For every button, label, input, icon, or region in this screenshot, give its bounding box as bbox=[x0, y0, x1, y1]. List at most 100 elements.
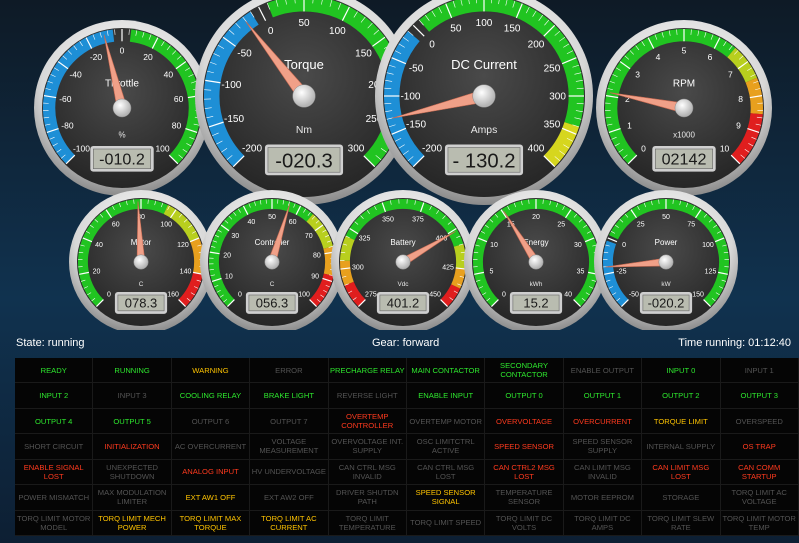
gauge-tick-label: 6 bbox=[708, 52, 713, 62]
dc-current-gauge: -200 -150 -100 -50 0 50 100 150 200 250 300 350 400 D… bbox=[375, 0, 593, 205]
status-cell: COOLING RELAY bbox=[171, 383, 251, 409]
gauge-tick-label: 0 bbox=[641, 144, 646, 154]
status-cell: OVERVOLTAGE INT. SUPPLY bbox=[328, 434, 407, 460]
status-cell: MAX MODULATION LIMITER bbox=[93, 485, 172, 511]
gauge-tick-label: 325 bbox=[359, 235, 371, 242]
gauge-tick-label: 7 bbox=[728, 69, 733, 79]
status-cell: POWER MISMATCH bbox=[15, 485, 94, 511]
status-cell: CAN CTRL MSG LOST bbox=[406, 459, 486, 486]
status-cell: OUTPUT 5 bbox=[93, 408, 172, 435]
status-cell: TORQ LIMIT AC CURRENT bbox=[250, 510, 329, 536]
gauge-tick-label: 8 bbox=[738, 94, 743, 104]
status-cell: WARNING bbox=[171, 358, 251, 384]
gauge-tick-label: -100 bbox=[221, 80, 241, 91]
gauge-tick-label: 140 bbox=[180, 268, 192, 275]
gauge-tick-label: -200 bbox=[242, 144, 262, 155]
gauge-tick-label: -150 bbox=[406, 120, 426, 131]
state-label: State: running bbox=[16, 337, 85, 349]
status-cell: OVERVOLTAGE bbox=[485, 408, 564, 435]
gauge-unit: x1000 bbox=[673, 131, 695, 140]
status-cell: SPEED SENSOR SUPPLY bbox=[563, 434, 643, 460]
status-cell: OUTPUT 7 bbox=[250, 408, 329, 435]
status-cell: VOLTAGE MEASUREMENT bbox=[250, 434, 329, 460]
gauge-tick-label: 0 bbox=[107, 292, 111, 299]
status-cell: OUTPUT 3 bbox=[720, 383, 799, 409]
time-running-label: Time running: 01:12:40 bbox=[678, 337, 791, 349]
status-cell: INPUT 1 bbox=[720, 358, 799, 384]
readout-value: - 130.2 bbox=[452, 150, 515, 172]
gauge-tick-label: 300 bbox=[352, 265, 364, 272]
gauge-tick-label: 450 bbox=[429, 292, 441, 299]
gauge-tick-label: 60 bbox=[289, 219, 297, 226]
status-cell: INTERNAL SUPPLY bbox=[642, 434, 721, 460]
status-cell: OVERSPEED bbox=[720, 408, 799, 435]
gauge-tick-label: 100 bbox=[702, 242, 714, 249]
status-cell: REVERSE LIGHT bbox=[328, 383, 407, 409]
gauge-tick-label: 100 bbox=[329, 26, 346, 37]
gauge-tick-label: 350 bbox=[544, 120, 561, 131]
gauge-tick-label: 80 bbox=[172, 121, 182, 131]
status-cell: UNEXPECTED SHUTDOWN bbox=[93, 459, 172, 486]
status-cell: INITIALIZATION bbox=[93, 434, 172, 460]
status-cell: CAN CTRL2 MSG LOST bbox=[485, 459, 564, 486]
gauge-hub bbox=[472, 84, 496, 108]
gauge-tick-label: 100 bbox=[160, 222, 172, 229]
status-cell: OVERTEMP MOTOR bbox=[406, 408, 486, 435]
gauge-tick-label: 150 bbox=[355, 48, 372, 59]
status-cell: CAN LIMIT MSG LOST bbox=[642, 459, 721, 486]
gauge-tick-label: 60 bbox=[174, 94, 184, 104]
gauge-tick-label: 0 bbox=[502, 292, 506, 299]
readout-value: 401.2 bbox=[387, 296, 419, 311]
gauge-hub bbox=[112, 98, 132, 118]
gauge-title: Controller bbox=[255, 238, 290, 247]
gauge-tick-label: -150 bbox=[224, 114, 244, 125]
gauge-unit: C bbox=[270, 281, 275, 288]
gauge-tick-label: -25 bbox=[616, 268, 626, 275]
gauge-title: RPM bbox=[673, 79, 695, 90]
gauge-tick-label: -50 bbox=[409, 63, 424, 74]
status-bar: State: running Gear: forward Time runnin… bbox=[0, 337, 799, 353]
gauge-tick-label: 150 bbox=[504, 24, 521, 35]
status-cell: PRECHARGE RELAY bbox=[328, 358, 407, 384]
status-cell: TORQ LIMIT TEMPERATURE bbox=[328, 510, 407, 536]
gauge-band bbox=[189, 237, 204, 275]
gauge-tick-label: 40 bbox=[95, 242, 103, 249]
status-cell: STORAGE bbox=[642, 485, 721, 511]
status-cell: ANALOG INPUT bbox=[171, 459, 251, 486]
status-cell: TORQUE LIMIT bbox=[642, 408, 721, 435]
gauge-tick-label: 50 bbox=[298, 18, 310, 29]
gauge-title: Power bbox=[655, 238, 678, 247]
status-cell: SECONDARY CONTACTOR bbox=[485, 358, 564, 384]
gauge-tick-label: -100 bbox=[73, 144, 90, 154]
readout-value: -020.3 bbox=[275, 150, 332, 172]
readout-value: -010.2 bbox=[99, 151, 145, 169]
gauge-hub bbox=[264, 254, 280, 270]
gauge-unit: kW bbox=[661, 281, 671, 288]
readout-value: 056.3 bbox=[256, 296, 288, 311]
gauge-tick-label: 425 bbox=[442, 265, 454, 272]
gauge-tick-label: 350 bbox=[382, 217, 394, 224]
gauge-tick-label: 25 bbox=[637, 222, 645, 229]
status-cell: OUTPUT 1 bbox=[563, 383, 643, 409]
status-cell: OUTPUT 0 bbox=[485, 383, 564, 409]
gauge-tick-label: 20 bbox=[93, 268, 101, 275]
status-cell: OVERTEMP CONTROLLER bbox=[328, 408, 407, 435]
status-cell: AC OVERCURRENT bbox=[171, 434, 251, 460]
status-cell: INPUT 0 bbox=[642, 358, 721, 384]
battery-gauge: 275300325350375400425450BatteryVdc401.2 bbox=[331, 190, 475, 330]
gauge-hub bbox=[674, 98, 694, 118]
gauge-band bbox=[323, 246, 335, 276]
gauge-tick-label: 0 bbox=[429, 39, 435, 50]
gauge-tick-label: 375 bbox=[412, 217, 424, 224]
readout-value: 15.2 bbox=[523, 296, 548, 311]
gauge-tick-label: -40 bbox=[69, 69, 82, 79]
gauge-tick-label: 90 bbox=[311, 273, 319, 280]
gauge-tick-label: -50 bbox=[237, 48, 252, 59]
gauge-tick-label: 125 bbox=[705, 268, 717, 275]
status-cell: BRAKE LIGHT bbox=[250, 383, 329, 409]
status-cell: OUTPUT 4 bbox=[15, 408, 94, 435]
gauge-unit: Nm bbox=[296, 125, 312, 136]
gauge-tick-label: 120 bbox=[177, 242, 189, 249]
gauge-tick-label: 100 bbox=[298, 292, 310, 299]
gauge-hub bbox=[528, 254, 544, 270]
